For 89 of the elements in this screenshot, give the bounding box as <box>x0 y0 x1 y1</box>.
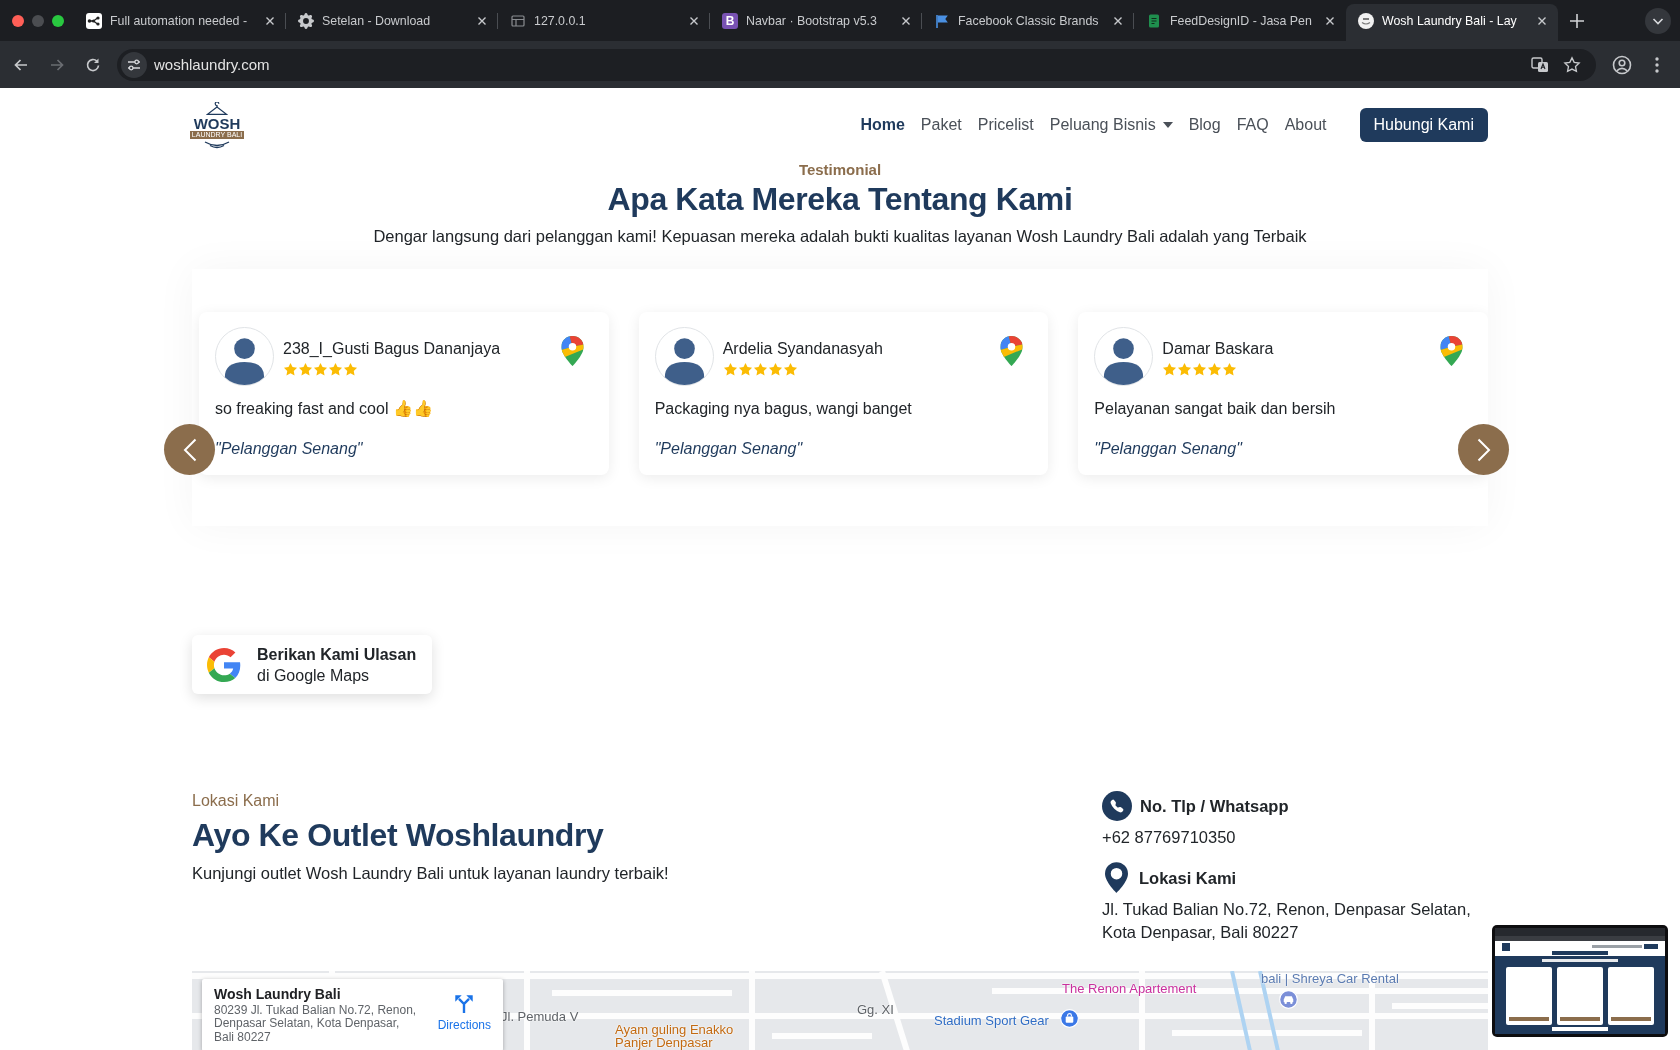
nav-link[interactable]: Pricelist <box>969 114 1042 136</box>
star-icon <box>298 362 313 377</box>
star-icon <box>1162 362 1178 377</box>
contact-label: Lokasi Kami <box>1139 867 1237 889</box>
review-tag: "Pelanggan Senang" <box>654 438 1033 460</box>
section-subtitle: Dengar langsung dari pelanggan kami! Kepuasan mereka adalah bukti kualitas layanan Wosh Laundry Bali adalah yang Terbaik <box>372 226 1308 247</box>
map-pin-icon <box>560 336 584 366</box>
flag-icon <box>934 12 950 29</box>
reviewer-name: 238_I_Gusti Bagus Dananjaya <box>283 339 502 359</box>
tab-search-icon[interactable] <box>1645 7 1671 34</box>
star-icon <box>752 362 768 377</box>
star-icon <box>1177 362 1193 377</box>
contact-value: +62 87769710350 <box>1102 827 1237 848</box>
star-icon <box>283 362 298 377</box>
nav-link[interactable]: Blog <box>1180 114 1229 136</box>
section-eyebrow: Lokasi Kami <box>192 791 280 811</box>
bookmark-star-icon[interactable] <box>1563 55 1581 74</box>
star-icon <box>737 362 753 377</box>
caret-icon <box>1162 122 1173 128</box>
star-icon <box>1192 362 1208 377</box>
grid-icon <box>510 12 526 29</box>
site-info-icon[interactable] <box>121 51 147 78</box>
section-text: Kunjungi outlet Wosh Laundry Bali untuk layanan laundry terbaik! <box>192 863 669 884</box>
hanger-icon <box>206 101 228 115</box>
place-name: Wosh Laundry Bali <box>214 986 342 1003</box>
contact-button[interactable]: Hubungi Kami <box>1359 108 1488 142</box>
map-pin-icon <box>1000 336 1024 366</box>
fullscreen-window-icon[interactable] <box>52 14 64 27</box>
star-icon <box>767 362 783 377</box>
nav-link[interactable]: Peluang Bisnis <box>1041 114 1181 136</box>
review-tag: "Pelanggan Senang" <box>215 438 593 460</box>
screenshot-thumbnail-drawing[interactable] <box>1492 925 1668 1037</box>
map-label: Gg. XI <box>857 1002 894 1017</box>
map-label: bali | Shreya Car Rental <box>1261 971 1399 986</box>
map-label: The Renon Apartement <box>1062 981 1197 996</box>
logo-wordmark: WOSH <box>193 115 241 131</box>
circle-logo-icon <box>1358 12 1374 29</box>
document-icon <box>1146 12 1162 29</box>
browser-tab[interactable]: Wosh Laundry Bali - Lay <box>1346 4 1558 41</box>
multicolor-g-icon <box>207 647 241 682</box>
chevron-right-icon <box>1476 437 1491 462</box>
nav-link[interactable]: Home <box>852 114 913 136</box>
review-button[interactable]: Berikan Kami Ulasan di Google Maps <box>192 635 433 694</box>
car-marker-icon[interactable] <box>1279 990 1298 1009</box>
place-address: 80239 Jl. Tukad Balian No.72, Renon, Denpasar Selatan, Kota Denpasar, Bali 80227 <box>214 1004 418 1044</box>
directions-link[interactable]: Directions <box>437 992 491 1032</box>
contact-label: No. Tlp / Whatsapp <box>1140 796 1289 817</box>
nav-link[interactable]: FAQ <box>1228 114 1277 136</box>
gear-icon <box>298 12 314 29</box>
star-icon <box>1207 362 1223 377</box>
section-eyebrow: Testimonial <box>798 162 882 178</box>
star-icon <box>722 362 738 377</box>
star-icon <box>313 362 328 377</box>
review-tag: "Pelanggan Senang" <box>1094 438 1472 460</box>
review-text: Packaging nya bagus, wangi banget <box>654 399 913 419</box>
close-window-icon[interactable] <box>12 14 24 27</box>
review-text: so freaking fast and cool 👍👍 <box>215 399 434 419</box>
map-pin-icon <box>1440 336 1463 366</box>
star-icon <box>1222 362 1238 377</box>
avatar-icon <box>654 327 714 386</box>
star-icon <box>343 362 358 377</box>
phone-icon <box>1102 791 1132 821</box>
map-label: Ayam guling Enakko Panjer Denpasar <box>615 1023 735 1049</box>
contact-value: Jl. Tukad Balian No.72, Renon, Denpasar Selatan, Kota Denpasar, Bali 80227 <box>1102 899 1472 943</box>
star-icon <box>328 362 343 377</box>
map-label: Stadium Sport Gear <box>934 1013 1049 1028</box>
wave-icon <box>204 140 230 149</box>
reload-icon <box>85 56 101 73</box>
nav-link[interactable]: About <box>1276 114 1335 136</box>
location-pin-icon <box>1105 862 1128 893</box>
new-tab-icon[interactable] <box>1570 13 1584 28</box>
profile-icon[interactable] <box>1612 54 1632 75</box>
reviewer-name: Damar Baskara <box>1162 339 1275 359</box>
chevron-left-icon <box>182 437 197 462</box>
review-text: Pelayanan sangat baik dan bersih <box>1094 399 1337 419</box>
directions-icon <box>453 992 476 1014</box>
shopping-bag-marker-icon[interactable] <box>1060 1009 1079 1028</box>
reviewer-name: Ardelia Syandanasyah <box>722 339 884 359</box>
section-title: Ayo Ke Outlet Woshlaundry <box>192 816 604 855</box>
translate-icon[interactable] <box>1531 55 1549 74</box>
node-graph-icon <box>86 12 102 29</box>
star-icon <box>782 362 798 377</box>
section-title: Apa Kata Mereka Tentang Kami <box>606 180 1074 219</box>
address-bar[interactable]: woshlaundry.com <box>117 48 1596 81</box>
avatar-icon <box>215 327 274 386</box>
browser-tab[interactable]: FeedDesignID - Jasa Pen <box>1134 4 1346 41</box>
favicon-letter: B <box>722 12 738 29</box>
nav-link[interactable]: Paket <box>912 114 970 136</box>
avatar-icon <box>1094 327 1154 386</box>
